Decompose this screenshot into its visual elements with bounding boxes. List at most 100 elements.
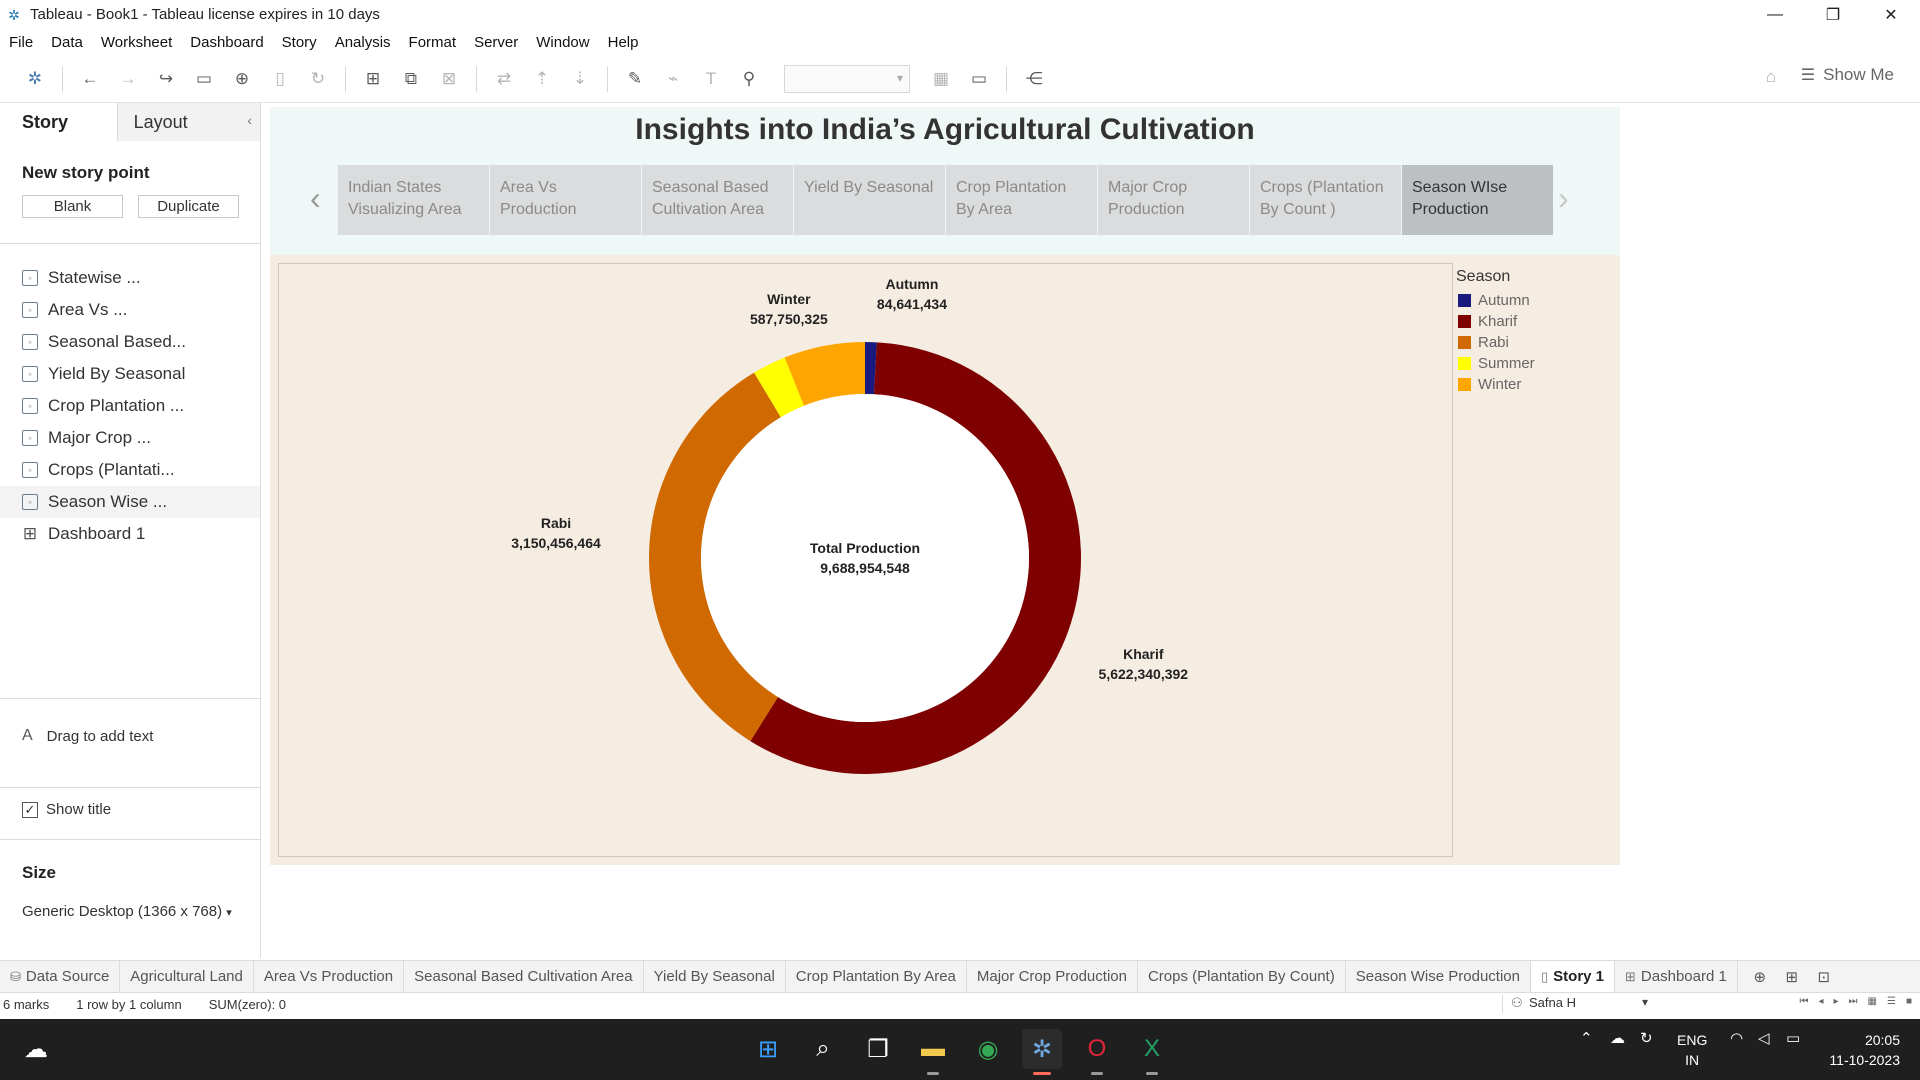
legend-item[interactable]: Summer [1456, 353, 1535, 374]
sheet-tab[interactable]: Seasonal Based Cultivation Area [404, 960, 644, 993]
sheet-list-item[interactable]: ▫ Seasonal Based... [0, 326, 260, 358]
redo-icon[interactable]: → [114, 65, 142, 93]
drag-text-object[interactable]: A Drag to add text [0, 698, 260, 788]
sheet-list-item[interactable]: ▫ Major Crop ... [0, 422, 260, 454]
menu-dashboard[interactable]: Dashboard [181, 34, 272, 51]
menu-story[interactable]: Story [273, 34, 326, 51]
restore-button[interactable]: ❐ [1804, 0, 1862, 29]
size-dropdown[interactable]: Generic Desktop (1366 x 768) ▾ [22, 903, 232, 920]
system-clock[interactable]: 20:05 11-10-2023 [1829, 1030, 1900, 1070]
close-button[interactable]: ✕ [1862, 0, 1920, 29]
tableau-logo-icon[interactable]: ✲ [21, 65, 49, 93]
duplicate-button[interactable]: Duplicate [138, 195, 239, 218]
sheet-tab[interactable]: Crops (Plantation By Count) [1138, 960, 1346, 993]
file-explorer-icon[interactable]: ▬ [913, 1029, 953, 1075]
save-icon[interactable]: ▭ [190, 65, 218, 93]
wifi-icon[interactable]: ◠ [1730, 1029, 1743, 1047]
share-icon[interactable]: ⋲ [1020, 65, 1048, 93]
swap-icon[interactable]: ⇄ [490, 65, 518, 93]
volume-icon[interactable]: ◁ [1758, 1029, 1770, 1047]
fit-dropdown[interactable] [784, 64, 910, 93]
new-data-source-icon[interactable]: ⊕ [228, 65, 256, 93]
story-point[interactable]: Area Vs Production [490, 165, 641, 235]
labels-icon[interactable]: T [697, 65, 725, 93]
show-hidden-icons[interactable]: ⌃ [1580, 1029, 1593, 1047]
legend-item[interactable]: Rabi [1456, 332, 1535, 353]
excel-icon[interactable]: X [1132, 1029, 1172, 1075]
sheet-list-item[interactable]: ▫ Area Vs ... [0, 294, 260, 326]
presentation-mode-icon[interactable]: ▭ [965, 65, 993, 93]
sheet-tab[interactable]: Season Wise Production [1346, 960, 1531, 993]
opera-icon[interactable]: O [1077, 1029, 1117, 1075]
undo-icon[interactable]: ← [76, 65, 104, 93]
show-cards-icon[interactable]: ▦ [927, 65, 955, 93]
story-point[interactable]: Indian States Visualizing Area [338, 165, 489, 235]
filmstrip-view-icon[interactable]: ☰ [1887, 996, 1896, 1007]
new-worksheet-icon[interactable]: ⊕ [1744, 968, 1776, 986]
highlight-icon[interactable]: ✎ [621, 65, 649, 93]
tableau-taskbar-icon[interactable]: ✲ [1022, 1029, 1062, 1075]
last-sheet-icon[interactable]: ⏭ [1849, 996, 1858, 1007]
sheet-tab[interactable]: Yield By Seasonal [644, 960, 786, 993]
new-story-icon[interactable]: ⊡ [1808, 968, 1840, 986]
collapse-pane-icon[interactable]: ‹ [247, 112, 252, 128]
sheet-tab[interactable]: Crop Plantation By Area [786, 960, 967, 993]
menu-analysis[interactable]: Analysis [326, 34, 400, 51]
blank-button[interactable]: Blank [22, 195, 123, 218]
tab-story-active[interactable]: ▯ Story 1 [1531, 960, 1616, 993]
sheet-list-item[interactable]: ▫ Crops (Plantati... [0, 454, 260, 486]
story-point[interactable]: Crops (Plantation By Count ) [1250, 165, 1401, 235]
menu-data[interactable]: Data [42, 34, 92, 51]
onedrive-icon[interactable]: ☁ [1610, 1029, 1625, 1047]
format-brush-icon[interactable]: ⌂ [1766, 67, 1776, 87]
pin-icon[interactable]: ⚲ [735, 65, 763, 93]
story-point[interactable]: Crop Plantation By Area [946, 165, 1097, 235]
legend-item[interactable]: Kharif [1456, 311, 1535, 332]
input-language[interactable]: ENG IN [1677, 1030, 1707, 1070]
new-worksheet-icon[interactable]: ⊞ [359, 65, 387, 93]
tab-story[interactable]: Story [0, 103, 117, 141]
tab-data-source[interactable]: ⛁ Data Source [0, 960, 121, 993]
minimize-button[interactable]: — [1746, 0, 1804, 29]
sheet-list-item-selected[interactable]: ▫ Season Wise ... [0, 486, 260, 518]
sort-ascending-icon[interactable]: ⇡ [528, 65, 556, 93]
sheet-list-item[interactable]: ▫ Statewise ... [0, 262, 260, 294]
story-point-active[interactable]: Season WIse Production [1402, 165, 1553, 235]
sheet-tab[interactable]: Area Vs Production [254, 960, 405, 993]
previous-story-point-arrow[interactable]: ‹ [310, 180, 321, 217]
next-story-point-arrow[interactable]: › [1558, 180, 1569, 217]
sort-descending-icon[interactable]: ⇣ [566, 65, 594, 93]
refresh-icon[interactable]: ↻ [304, 65, 332, 93]
legend-item[interactable]: Autumn [1456, 290, 1535, 311]
sync-icon[interactable]: ↻ [1640, 1029, 1653, 1047]
task-view-icon[interactable]: ❐ [858, 1029, 898, 1069]
chrome-icon[interactable]: ◉ [968, 1029, 1008, 1069]
next-sheet-icon[interactable]: ▸ [1834, 996, 1839, 1007]
clear-sheet-icon[interactable]: ⊠ [435, 65, 463, 93]
tab-layout[interactable]: Layout ‹ [116, 103, 260, 141]
menu-help[interactable]: Help [599, 34, 648, 51]
sheet-list-item[interactable]: ▫ Yield By Seasonal [0, 358, 260, 390]
story-point[interactable]: Yield By Seasonal [794, 165, 945, 235]
show-me-button[interactable]: ☰ Show Me [1801, 65, 1894, 85]
legend-item[interactable]: Winter [1456, 374, 1535, 395]
first-sheet-icon[interactable]: ⏮ [1799, 996, 1808, 1007]
menu-format[interactable]: Format [400, 34, 466, 51]
sheet-tab[interactable]: Major Crop Production [967, 960, 1138, 993]
start-icon[interactable]: ⊞ [748, 1029, 788, 1069]
sheet-list-item[interactable]: ⊞ Dashboard 1 [0, 518, 260, 550]
prev-sheet-icon[interactable]: ◂ [1818, 996, 1823, 1007]
weather-icon[interactable]: ☁ [16, 1029, 56, 1069]
menu-server[interactable]: Server [465, 34, 527, 51]
search-icon[interactable]: ⌕ [803, 1029, 843, 1069]
sheet-tab[interactable]: ⊞ Dashboard 1 [1615, 960, 1738, 993]
group-icon[interactable]: ⌁ [659, 65, 687, 93]
new-dashboard-icon[interactable]: ⊞ [1776, 968, 1808, 986]
tabs-view-icon[interactable]: ■ [1906, 996, 1912, 1007]
sheet-tab[interactable]: Agricultural Land [120, 960, 254, 993]
sorter-view-icon[interactable]: ▦ [1868, 996, 1877, 1007]
duplicate-sheet-icon[interactable]: ⧉ [397, 65, 425, 93]
menu-window[interactable]: Window [527, 34, 598, 51]
menu-worksheet[interactable]: Worksheet [92, 34, 181, 51]
sheet-list-item[interactable]: ▫ Crop Plantation ... [0, 390, 260, 422]
